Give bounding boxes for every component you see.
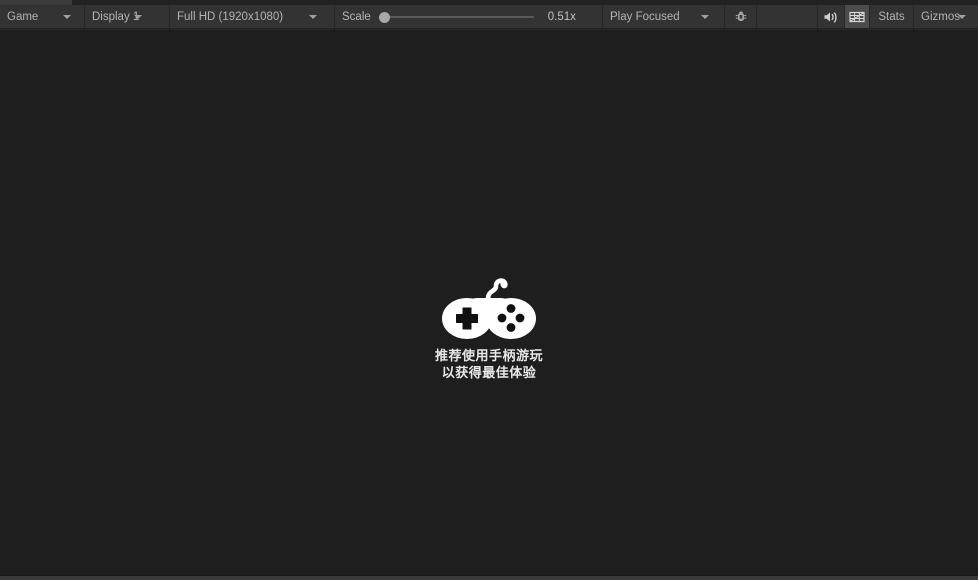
chevron-down-icon bbox=[306, 14, 320, 19]
gamepad-icon-svg bbox=[442, 278, 536, 339]
stats-label: Stats bbox=[878, 10, 905, 23]
mute-audio-button[interactable] bbox=[818, 5, 845, 28]
game-view-toolbar: Game Display 1 Full HD (1920x1080) Scale… bbox=[0, 5, 978, 29]
display-selector-dropdown[interactable]: Display 1 bbox=[85, 5, 170, 28]
gizmos-dropdown[interactable]: Gizmos bbox=[914, 5, 978, 28]
gamepad-icon bbox=[441, 273, 537, 341]
view-selector-dropdown[interactable]: Game bbox=[0, 5, 85, 28]
view-selector-label: Game bbox=[7, 10, 39, 23]
resolution-selector-dropdown[interactable]: Full HD (1920x1080) bbox=[170, 5, 335, 28]
play-mode-label: Play Focused bbox=[610, 10, 680, 23]
gamepad-splash: 推荐使用手柄游玩 以获得最佳体验 bbox=[0, 273, 978, 381]
play-mode-dropdown[interactable]: Play Focused bbox=[603, 5, 725, 28]
splash-line-2: 以获得最佳体验 bbox=[441, 365, 537, 380]
debug-button[interactable] bbox=[725, 5, 757, 28]
bug-icon bbox=[735, 11, 746, 21]
game-viewport[interactable]: 推荐使用手柄游玩 以获得最佳体验 bbox=[0, 30, 978, 575]
resolution-selector-label: Full HD (1920x1080) bbox=[177, 10, 284, 23]
chevron-down-icon bbox=[60, 14, 74, 19]
scale-control[interactable]: Scale 0.51x bbox=[335, 5, 603, 28]
unity-game-window: Game Game Display 1 Full HD (1920x1080) … bbox=[0, 0, 978, 580]
gizmos-grid-toggle[interactable] bbox=[845, 5, 870, 28]
stats-button[interactable]: Stats bbox=[870, 5, 914, 28]
window-bottom-edge bbox=[0, 575, 978, 580]
scale-label: Scale bbox=[342, 10, 371, 23]
grid-gizmo-icon bbox=[849, 11, 865, 22]
chevron-down-icon bbox=[955, 14, 969, 19]
scale-slider[interactable] bbox=[378, 10, 534, 24]
speaker-icon bbox=[824, 11, 837, 23]
scale-value: 0.51x bbox=[547, 10, 576, 23]
scale-slider-handle[interactable] bbox=[378, 11, 390, 23]
chevron-down-icon bbox=[131, 14, 145, 19]
chevron-down-icon bbox=[698, 14, 712, 19]
toolbar-spacer bbox=[757, 5, 818, 28]
scale-slider-track bbox=[380, 15, 534, 18]
splash-text: 推荐使用手柄游玩 以获得最佳体验 bbox=[435, 347, 543, 381]
splash-line-1: 推荐使用手柄游玩 bbox=[434, 348, 543, 363]
